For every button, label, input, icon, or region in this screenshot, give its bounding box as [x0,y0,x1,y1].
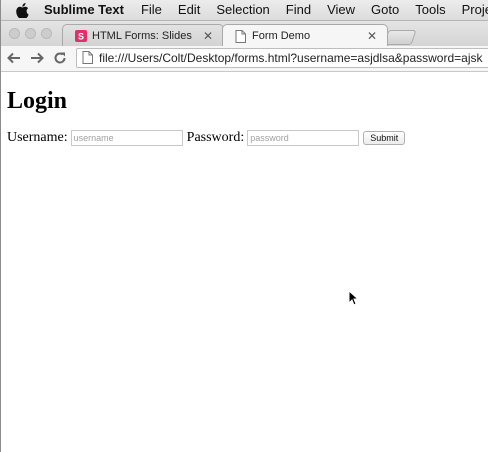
reload-icon[interactable] [52,50,68,66]
password-input[interactable] [247,130,360,146]
tab-form-demo[interactable]: Form Demo ✕ [222,24,388,46]
svg-text:S: S [78,31,84,41]
back-arrow-icon[interactable] [6,50,22,66]
close-window-button[interactable] [9,28,20,39]
new-tab-button[interactable] [383,30,417,45]
sublime-favicon-icon: S [75,29,87,42]
username-label: Username: [7,130,68,145]
login-form: Username: Password: Submit [7,129,406,147]
url-text[interactable]: file:///Users/Colt/Desktop/forms.html?us… [99,51,482,65]
menu-selection[interactable]: Selection [216,0,269,20]
menu-file[interactable]: File [141,0,162,20]
tab-close-icon[interactable]: ✕ [367,29,377,43]
minimize-window-button[interactable] [25,28,36,39]
window-edge [0,0,1,452]
menu-bar: Sublime Text File Edit Selection Find Vi… [0,0,488,21]
page-content: Login Username: Password: Submit [0,72,488,452]
menu-edit[interactable]: Edit [178,0,200,20]
zoom-window-button[interactable] [41,28,52,39]
menu-find[interactable]: Find [286,0,311,20]
submit-button[interactable]: Submit [363,131,406,145]
username-input[interactable] [70,130,183,146]
tab-title: HTML Forms: Slides [92,29,192,42]
tab-strip: S HTML Forms: Slides ✕ Form Demo ✕ [0,21,488,46]
document-icon [235,30,247,43]
tab-title: Form Demo [252,30,311,42]
browser-toolbar: file:///Users/Colt/Desktop/forms.html?us… [0,46,488,72]
menu-project[interactable]: Project [462,0,488,20]
tab-html-forms-slides[interactable]: S HTML Forms: Slides ✕ [62,24,224,46]
forward-arrow-icon[interactable] [29,50,45,66]
page-icon [82,51,94,65]
apple-icon[interactable] [16,2,29,18]
page-title: Login [7,88,68,114]
tab-close-icon[interactable]: ✕ [203,29,213,43]
menu-app-name[interactable]: Sublime Text [44,0,124,20]
menu-tools[interactable]: Tools [415,0,445,20]
address-bar[interactable]: file:///Users/Colt/Desktop/forms.html?us… [76,48,488,68]
menu-goto[interactable]: Goto [371,0,399,20]
password-label: Password: [186,130,245,145]
menu-view[interactable]: View [327,0,355,20]
mouse-pointer-icon [348,289,360,306]
